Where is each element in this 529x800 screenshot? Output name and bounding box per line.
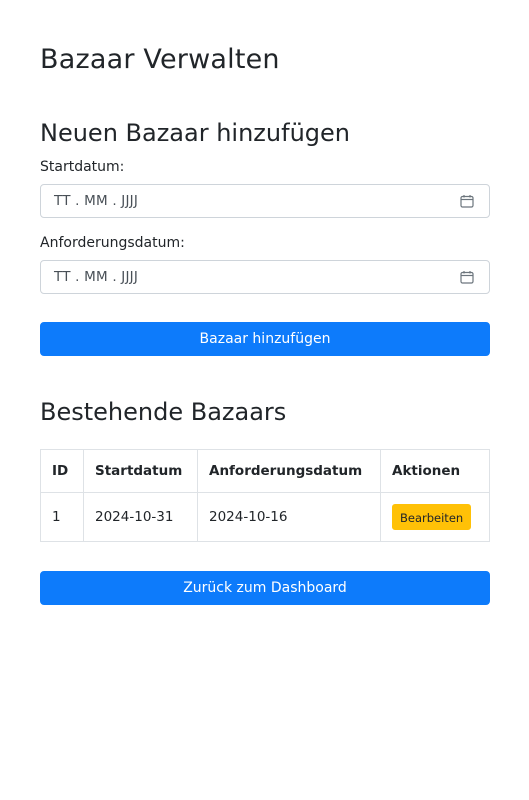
column-header-id: ID xyxy=(40,449,84,493)
column-header-actions: Aktionen xyxy=(380,449,490,493)
start-date-input[interactable]: TT . MM . JJJJ xyxy=(40,184,490,218)
request-date-input[interactable]: TT . MM . JJJJ xyxy=(40,260,490,294)
add-bazaar-heading: Neuen Bazaar hinzufügen xyxy=(40,119,350,147)
request-date-label: Anforderungsdatum: xyxy=(40,235,185,251)
cell-actions: Bearbeiten xyxy=(380,492,490,542)
start-date-label: Startdatum: xyxy=(40,159,125,175)
column-header-start: Startdatum xyxy=(83,449,198,493)
calendar-icon[interactable] xyxy=(460,270,474,284)
cell-id: 1 xyxy=(40,492,84,542)
existing-bazaars-heading: Bestehende Bazaars xyxy=(40,398,287,426)
start-date-placeholder: TT . MM . JJJJ xyxy=(54,193,139,209)
table-header-row: ID Startdatum Anforderungsdatum Aktionen xyxy=(40,449,490,493)
request-date-placeholder: TT . MM . JJJJ xyxy=(54,269,139,285)
add-bazaar-button[interactable]: Bazaar hinzufügen xyxy=(40,322,490,356)
table-row: 1 2024-10-31 2024-10-16 Bearbeiten xyxy=(40,492,490,542)
back-to-dashboard-button[interactable]: Zurück zum Dashboard xyxy=(40,571,490,605)
cell-request-date: 2024-10-16 xyxy=(197,492,381,542)
page-title: Bazaar Verwalten xyxy=(40,44,280,75)
column-header-request: Anforderungsdatum xyxy=(197,449,381,493)
calendar-icon[interactable] xyxy=(460,194,474,208)
bazaar-table: ID Startdatum Anforderungsdatum Aktionen… xyxy=(40,449,490,542)
cell-start-date: 2024-10-31 xyxy=(83,492,198,542)
edit-button[interactable]: Bearbeiten xyxy=(392,504,472,530)
